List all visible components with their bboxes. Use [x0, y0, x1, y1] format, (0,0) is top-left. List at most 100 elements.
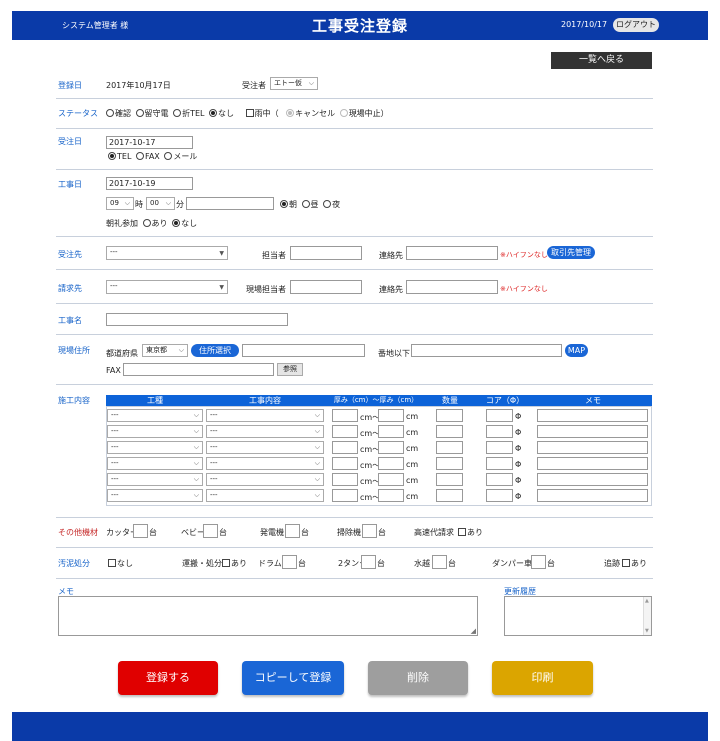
morning-no[interactable]: なし: [172, 219, 197, 228]
billing-contact-input[interactable]: [406, 280, 498, 294]
work-name-input[interactable]: [106, 313, 288, 326]
work-content-select[interactable]: --- ⌵: [206, 425, 324, 438]
core-input[interactable]: [486, 457, 513, 470]
memo-textarea[interactable]: ◢: [58, 596, 478, 636]
row-memo-input[interactable]: [537, 409, 648, 422]
thickness-to-input[interactable]: [378, 441, 404, 454]
equipment-vacuum-input[interactable]: [362, 524, 377, 538]
quantity-input[interactable]: [436, 409, 463, 422]
order-method-mail[interactable]: メール: [164, 152, 197, 161]
map-button[interactable]: MAP: [565, 344, 588, 357]
status-option-callback[interactable]: 折TEL: [173, 109, 205, 118]
work-content-select[interactable]: --- ⌵: [206, 457, 324, 470]
billing-select[interactable]: --- ▼: [106, 280, 228, 294]
core-input[interactable]: [486, 489, 513, 502]
status-option-voicemail[interactable]: 留守電: [135, 109, 169, 118]
fax-input[interactable]: [123, 363, 274, 376]
copy-register-button[interactable]: コピーして登録: [242, 661, 344, 695]
quantity-input[interactable]: [436, 425, 463, 438]
work-type-select[interactable]: --- ⌵: [107, 457, 203, 470]
sludge-none-checkbox[interactable]: なし: [108, 558, 133, 569]
quantity-input[interactable]: [436, 489, 463, 502]
work-date-input[interactable]: 2017-10-19: [106, 177, 193, 190]
work-type-select[interactable]: --- ⌵: [107, 473, 203, 486]
thickness-to-input[interactable]: [378, 425, 404, 438]
back-to-list-button[interactable]: 一覧へ戻る: [551, 52, 652, 69]
print-button[interactable]: 印刷: [492, 661, 593, 695]
rain-option-stop[interactable]: 現場中止）: [339, 109, 389, 118]
order-method-fax[interactable]: FAX: [135, 152, 160, 161]
scroll-down-icon[interactable]: ▼: [645, 628, 649, 634]
minute-select[interactable]: 00 ⌵: [146, 197, 175, 210]
logout-button[interactable]: ログアウト: [613, 18, 659, 32]
client-management-button[interactable]: 取引先管理: [547, 246, 595, 259]
drum-input[interactable]: [282, 555, 297, 569]
thickness-from-input[interactable]: [332, 473, 358, 486]
work-content-select[interactable]: --- ⌵: [206, 409, 324, 422]
row-memo-input[interactable]: [537, 441, 648, 454]
transport-checkbox[interactable]: あり: [222, 558, 247, 569]
thickness-to-input[interactable]: [378, 489, 404, 502]
rain-option-cancel[interactable]: キャンセル: [286, 109, 335, 118]
hour-select[interactable]: 09 ⌵: [106, 197, 134, 210]
status-option-none[interactable]: なし: [209, 109, 234, 118]
quantity-input[interactable]: [436, 457, 463, 470]
thickness-to-input[interactable]: [378, 473, 404, 486]
work-type-select[interactable]: --- ⌵: [107, 489, 203, 502]
delete-button[interactable]: 削除: [368, 661, 468, 695]
order-date-input[interactable]: 2017-10-17: [106, 136, 193, 149]
scrollbar[interactable]: ▲ ▼: [643, 597, 651, 635]
morning-yes[interactable]: あり: [142, 219, 168, 228]
row-memo-input[interactable]: [537, 457, 648, 470]
customer-contact-input[interactable]: [406, 246, 498, 260]
row-memo-input[interactable]: [537, 473, 648, 486]
status-option-confirm[interactable]: 確認: [106, 109, 131, 118]
address-select-button[interactable]: 住所選択: [191, 344, 239, 357]
reference-button[interactable]: 参照: [277, 363, 303, 376]
customer-select[interactable]: --- ▼: [106, 246, 228, 260]
thickness-to-input[interactable]: [378, 457, 404, 470]
core-input[interactable]: [486, 441, 513, 454]
period-morning[interactable]: 朝: [280, 200, 297, 209]
quantity-input[interactable]: [436, 473, 463, 486]
thickness-from-input[interactable]: [332, 489, 358, 502]
thickness-to-input[interactable]: [378, 409, 404, 422]
work-content-select[interactable]: --- ⌵: [206, 489, 324, 502]
row-memo-input[interactable]: [537, 425, 648, 438]
resize-handle-icon[interactable]: ◢: [471, 627, 476, 635]
thickness-from-input[interactable]: [332, 409, 358, 422]
register-button[interactable]: 登録する: [118, 661, 218, 695]
order-method-tel[interactable]: TEL: [108, 152, 131, 161]
row-memo-input[interactable]: [537, 489, 648, 502]
equipment-generator-input[interactable]: [285, 524, 300, 538]
customer-person-input[interactable]: [290, 246, 362, 260]
prefecture-select[interactable]: 東京都 ⌵: [142, 344, 188, 357]
work-type-select[interactable]: --- ⌵: [107, 425, 203, 438]
extra-checkbox[interactable]: あり: [622, 558, 647, 569]
period-noon[interactable]: 昼: [301, 200, 319, 209]
core-input[interactable]: [486, 473, 513, 486]
scroll-up-icon[interactable]: ▲: [645, 598, 649, 604]
equipment-cutter-input[interactable]: [133, 524, 148, 538]
period-night[interactable]: 夜: [323, 200, 340, 209]
work-content-select[interactable]: --- ⌵: [206, 441, 324, 454]
receiver-select[interactable]: エトー仮 ⌵: [270, 77, 318, 90]
water-input[interactable]: [432, 555, 447, 569]
thickness-from-input[interactable]: [332, 457, 358, 470]
equipment-baby-input[interactable]: [203, 524, 218, 538]
tank-input[interactable]: [361, 555, 376, 569]
dump-input[interactable]: [531, 555, 546, 569]
work-type-select[interactable]: --- ⌵: [107, 409, 203, 422]
rain-checkbox[interactable]: 雨中（: [245, 109, 279, 118]
address-input[interactable]: [242, 344, 365, 357]
highway-checkbox[interactable]: あり: [458, 527, 483, 538]
history-textarea[interactable]: ▲ ▼: [504, 596, 652, 636]
core-input[interactable]: [486, 409, 513, 422]
thickness-from-input[interactable]: [332, 441, 358, 454]
thickness-from-input[interactable]: [332, 425, 358, 438]
work-type-select[interactable]: --- ⌵: [107, 441, 203, 454]
work-time-memo-input[interactable]: [186, 197, 274, 210]
site-person-input[interactable]: [290, 280, 362, 294]
core-input[interactable]: [486, 425, 513, 438]
work-content-select[interactable]: --- ⌵: [206, 473, 324, 486]
